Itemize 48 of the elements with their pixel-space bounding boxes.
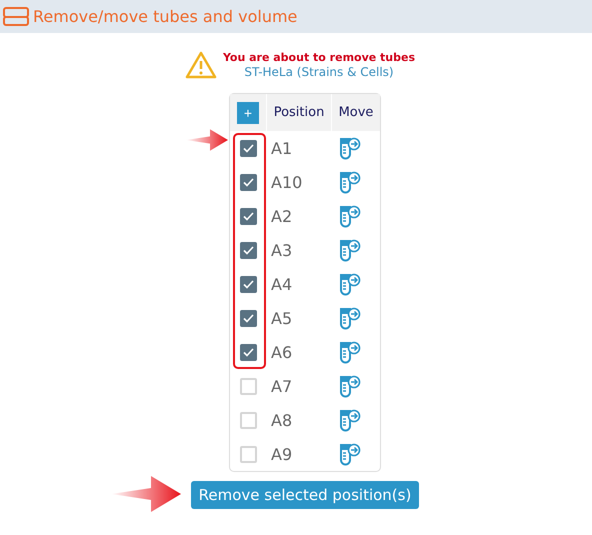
position-label: A4	[270, 274, 294, 294]
position-label: A3	[270, 240, 294, 260]
checkmark-icon	[243, 348, 254, 356]
pointer-arrow	[110, 474, 181, 514]
remove-button[interactable]: Remove selected position(s)	[190, 481, 420, 509]
row-checkbox[interactable]	[240, 310, 257, 326]
row-checkbox[interactable]	[240, 242, 257, 258]
row-checkbox[interactable]	[240, 412, 257, 428]
warning-message: You are about to remove tubes	[222, 51, 416, 65]
position-label: A10	[270, 172, 304, 192]
pointer-arrow	[185, 128, 229, 152]
position-label: A6	[270, 342, 294, 362]
page-title: Remove/move tubes and volume	[33, 7, 298, 26]
tube-arrow-icon[interactable]	[339, 136, 361, 160]
position-label: A9	[270, 444, 294, 464]
position-label: A1	[270, 138, 294, 158]
checkmark-icon	[243, 314, 254, 322]
tube-arrow-icon[interactable]	[339, 204, 361, 228]
warning-icon	[184, 51, 217, 79]
row-checkbox[interactable]	[240, 378, 257, 394]
checkmark-icon	[243, 246, 254, 254]
tube-arrow-icon[interactable]	[339, 306, 361, 330]
position-label: A2	[270, 206, 294, 226]
checkmark-icon	[243, 144, 254, 152]
add-button[interactable]: +	[237, 102, 259, 124]
tube-arrow-icon[interactable]	[339, 374, 361, 398]
tube-arrow-icon[interactable]	[339, 442, 361, 466]
warning-subject: ST-HeLa (Strains & Cells)	[244, 65, 394, 79]
checkmark-icon	[243, 280, 254, 288]
tube-arrow-icon[interactable]	[339, 170, 361, 194]
checkmark-icon	[243, 178, 254, 186]
checkmark-icon	[243, 212, 254, 220]
tube-arrow-icon[interactable]	[339, 408, 361, 432]
tube-arrow-icon[interactable]	[339, 340, 361, 364]
column-header: Move	[331, 94, 380, 131]
tray-icon	[2, 6, 30, 28]
row-checkbox[interactable]	[240, 140, 257, 156]
column-header: Position	[266, 94, 331, 131]
tube-arrow-icon[interactable]	[339, 238, 361, 262]
row-checkbox[interactable]	[240, 208, 257, 224]
row-checkbox[interactable]	[240, 174, 257, 190]
position-label: A8	[270, 410, 294, 430]
position-label: A5	[270, 308, 294, 328]
row-checkbox[interactable]	[240, 276, 257, 292]
tube-arrow-icon[interactable]	[339, 272, 361, 296]
row-checkbox[interactable]	[240, 446, 257, 462]
row-checkbox[interactable]	[240, 344, 257, 360]
position-label: A7	[270, 376, 294, 396]
